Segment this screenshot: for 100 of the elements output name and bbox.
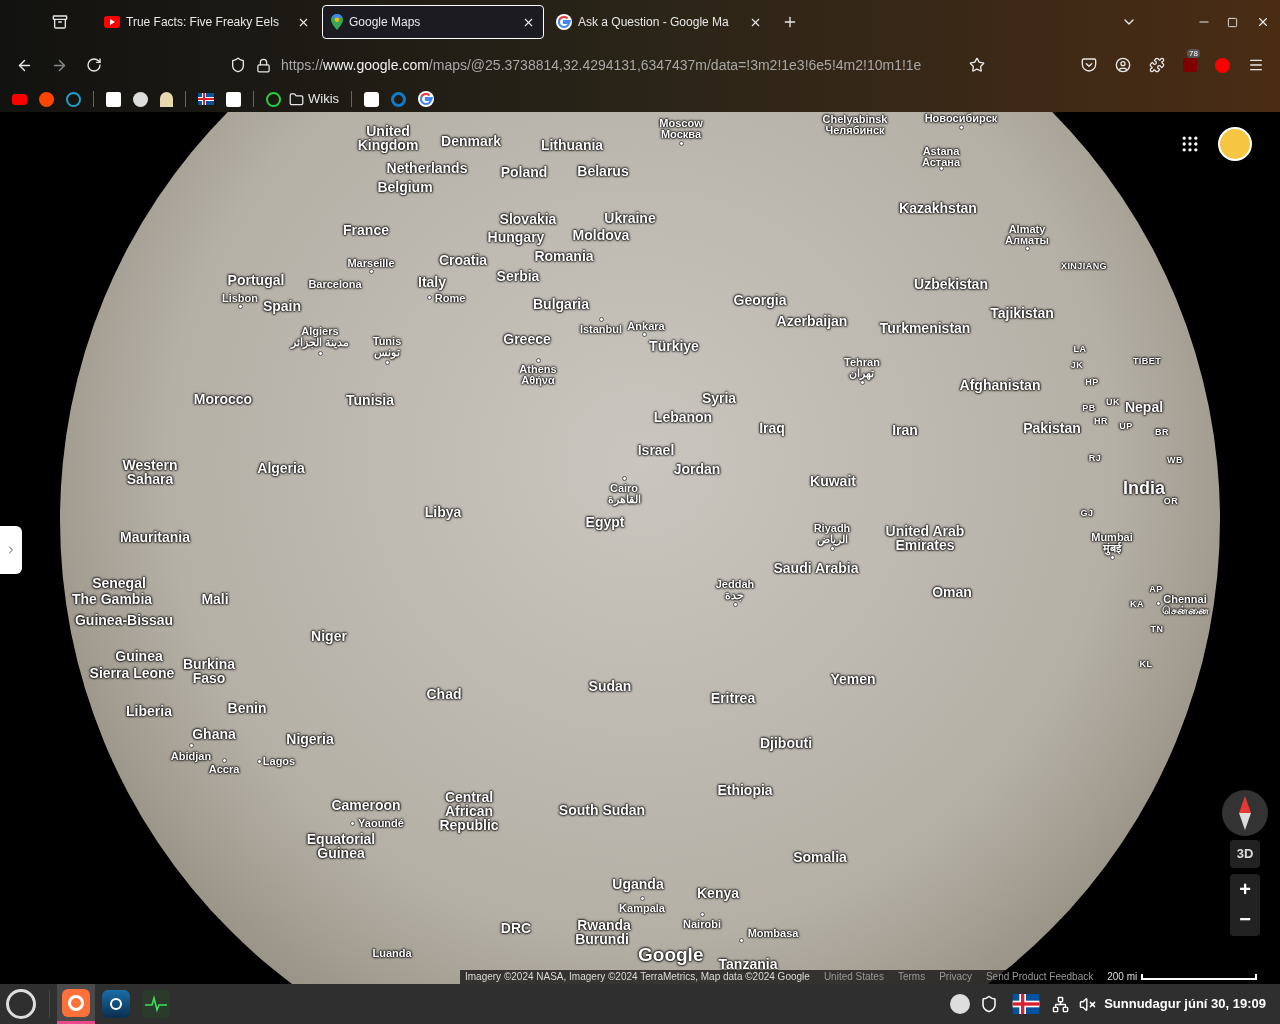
country-label: Somalia <box>793 850 847 864</box>
region-label: JK <box>1070 360 1084 370</box>
shield-icon[interactable] <box>230 57 246 73</box>
city-label: Istanbul <box>579 323 623 335</box>
tab-title: True Facts: Five Freaky Eels <box>126 14 279 31</box>
footer-link[interactable]: Privacy <box>939 972 972 982</box>
zoom-in-button[interactable]: + <box>1230 874 1260 904</box>
menu-icon[interactable] <box>1248 57 1264 73</box>
region-label: KA <box>1130 599 1144 609</box>
country-label: Egypt <box>585 515 625 529</box>
country-label: Romania <box>534 249 594 263</box>
region-label: TIBET <box>1132 356 1162 366</box>
country-label: Croatia <box>438 253 488 267</box>
bookmark-star-icon[interactable] <box>969 57 985 73</box>
address-field[interactable]: https://www.google.com/maps/@25.3738814,32.4294131,6347437m/data=!3m2!1e3!6e5!4m2!10m1!1e <box>281 54 951 76</box>
volume-muted-icon[interactable] <box>1079 995 1097 1013</box>
region-label: LA <box>1073 344 1087 354</box>
region-label: PB <box>1082 403 1096 413</box>
country-label: Afghanistan <box>959 378 1041 392</box>
region-label: GJ <box>1080 508 1094 518</box>
region-label: OR <box>1163 496 1179 506</box>
close-icon[interactable] <box>1256 15 1270 29</box>
extension-badge: 78 <box>1187 49 1200 58</box>
city-label: Accra <box>208 763 240 775</box>
country-label: Tajikistan <box>990 306 1054 320</box>
country-label: Tanzania <box>718 957 778 971</box>
country-label: Slovakia <box>499 212 557 226</box>
city-label: Algiers مدينة الجزائر <box>290 326 350 348</box>
footer-link[interactable]: Terms <box>897 972 926 982</box>
city-label: Athens Αθήνα <box>519 364 557 386</box>
region-label: AP <box>1149 584 1163 594</box>
apps-grid-icon[interactable] <box>1180 134 1200 154</box>
country-label: Mauritania <box>120 530 190 544</box>
country-label: Sierra Leone <box>89 666 175 680</box>
google-g-icon <box>556 14 572 30</box>
compass-control[interactable] <box>1222 790 1268 836</box>
country-label: Saudi Arabia <box>773 561 859 575</box>
country-label: Pakistan <box>1023 421 1081 435</box>
reload-icon[interactable] <box>86 57 102 73</box>
country-label: Türkiye <box>649 339 699 353</box>
country-label: Serbia <box>496 269 540 283</box>
country-label: Nepal <box>1124 400 1164 414</box>
country-label: Greece <box>503 332 551 346</box>
country-label: Hungary <box>487 230 545 244</box>
lock-icon[interactable] <box>256 57 271 73</box>
region-label: BR <box>1155 427 1169 437</box>
country-label: Kuwait <box>810 474 856 488</box>
country-label: Morocco <box>193 392 253 406</box>
browser-tab[interactable]: Google Maps <box>322 5 544 39</box>
bookmark-folder[interactable]: Wikis <box>289 89 340 109</box>
zoom-out-button[interactable]: − <box>1230 904 1260 934</box>
footer-link[interactable]: Send Product Feedback <box>985 972 1094 982</box>
city-label: Rome <box>434 292 466 304</box>
country-label: Georgia <box>733 293 787 307</box>
footer-link[interactable]: United States <box>823 972 884 982</box>
tab-title: Ask a Question - Google Ma <box>578 14 729 31</box>
country-label: United Arab Emirates <box>885 524 965 552</box>
browser-tab[interactable]: Ask a Question - Google Ma <box>548 5 770 39</box>
flag-icon[interactable] <box>1012 994 1041 1014</box>
country-label: Turkmenistan <box>879 321 971 335</box>
new-tab-icon[interactable] <box>782 14 798 30</box>
avatar[interactable] <box>1218 127 1252 161</box>
google-g-icon <box>418 91 435 107</box>
side-panel-toggle[interactable] <box>0 526 22 574</box>
country-label: Cameroon <box>331 798 401 812</box>
pocket-icon[interactable] <box>1081 57 1097 73</box>
view-3d-button[interactable]: 3D <box>1230 840 1260 868</box>
account-icon[interactable] <box>1115 57 1131 73</box>
city-label: Lagos <box>262 755 296 767</box>
country-label: Algeria <box>257 461 305 475</box>
region-label: UP <box>1119 421 1133 431</box>
city-label: Moscow Москва <box>659 118 703 140</box>
region-label: KL <box>1139 659 1153 669</box>
city-label: Barcelona <box>308 278 362 290</box>
country-label: Kenya <box>697 886 739 900</box>
scale-label: 200 mi <box>1107 972 1138 982</box>
shield-icon[interactable] <box>980 995 999 1013</box>
country-label: Syria <box>701 391 737 405</box>
maximize-icon[interactable] <box>1227 16 1238 28</box>
country-label: Burundi <box>575 932 629 946</box>
clock[interactable]: Sunnudagur júní 30, 19:09 <box>1104 994 1266 1014</box>
country-label: South Sudan <box>558 803 646 817</box>
browser-tab[interactable]: True Facts: Five Freaky Eels <box>96 5 318 39</box>
country-label: India <box>1123 479 1165 497</box>
country-label: Netherlands <box>386 161 468 175</box>
country-label: Yemen <box>830 672 876 686</box>
extensions-icon[interactable] <box>1149 57 1165 73</box>
country-label: Rwanda <box>577 918 631 932</box>
tab-list-icon[interactable] <box>52 14 68 30</box>
tab-title: Google Maps <box>349 14 421 31</box>
region-label: RJ <box>1088 453 1102 463</box>
country-label: Ethiopia <box>717 783 773 797</box>
city-label: Astana Астана <box>921 146 961 168</box>
country-label: Niger <box>311 629 347 643</box>
city-label: Abidjan <box>170 750 212 762</box>
country-label: DRC <box>500 921 532 935</box>
taskbar-app[interactable] <box>57 984 95 1024</box>
flag-icon[interactable] <box>198 93 214 105</box>
country-label: Lebanon <box>653 410 713 424</box>
network-icon[interactable] <box>1052 995 1070 1013</box>
